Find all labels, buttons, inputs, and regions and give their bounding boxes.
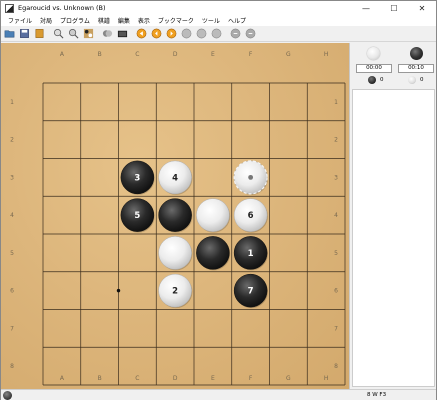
row-label: 2 — [334, 137, 338, 144]
side-panel: 00:00 00:10 0 0 — [349, 43, 436, 389]
row-label: 6 — [10, 288, 14, 295]
game-board[interactable]: A A B B C C D D E E F F G G H H 1 1 2 2 3 3 4 4 5 5 6 6 7 7 8 8 3 4 5 6 1 2 7 — [1, 43, 349, 389]
menu-edit[interactable]: 編集 — [114, 16, 134, 25]
menu-bookmark[interactable]: ブックマーク — [154, 16, 198, 25]
row-label: 3 — [334, 174, 338, 181]
zoom-out-icon[interactable] — [67, 27, 80, 40]
white-player-disc — [367, 47, 380, 60]
prev-move-icon[interactable] — [150, 27, 163, 40]
column-label: F — [249, 375, 253, 382]
zoom-in-icon[interactable] — [52, 27, 65, 40]
move-number: 6 — [248, 211, 254, 221]
row-label: 7 — [10, 325, 14, 332]
row-label: 8 — [10, 363, 14, 370]
black-count-disc — [368, 76, 376, 84]
move-number: 2 — [172, 287, 178, 297]
black-time: 00:00 — [356, 64, 392, 73]
toolbar — [1, 26, 436, 42]
black-stone — [158, 198, 192, 232]
board-dot — [116, 288, 121, 293]
board-icon[interactable] — [82, 27, 95, 40]
menu-program[interactable]: プログラム — [56, 16, 94, 25]
menu-record[interactable]: 棋譜 — [94, 16, 114, 25]
white-count: 0 — [420, 77, 424, 83]
white-stone — [158, 236, 192, 270]
column-label: B — [98, 375, 102, 382]
column-label: B — [98, 51, 102, 58]
row-label: 5 — [334, 250, 338, 257]
status-text: 8 W F3 — [367, 392, 387, 398]
undo-icon[interactable] — [210, 27, 223, 40]
white-count-disc — [408, 76, 416, 84]
column-label: D — [173, 375, 178, 382]
column-label: C — [135, 375, 139, 382]
app-window: Egaroucid vs. Unknown (B) — ☐ ✕ ファイル 対局 … — [0, 0, 437, 400]
save-icon[interactable] — [18, 27, 31, 40]
move-number: 7 — [248, 287, 254, 297]
column-label: D — [173, 51, 178, 58]
move-number: 1 — [248, 249, 254, 259]
column-label: H — [324, 375, 329, 382]
first-move-icon[interactable] — [135, 27, 148, 40]
menu-bar: ファイル 対局 プログラム 棋譜 編集 表示 ブックマーク ツール ヘルプ — [1, 15, 436, 26]
column-label: G — [286, 51, 291, 58]
row-label: 3 — [10, 174, 14, 181]
menu-game[interactable]: 対局 — [36, 16, 56, 25]
maximize-button[interactable]: ☐ — [380, 1, 408, 15]
title-bar[interactable]: Egaroucid vs. Unknown (B) — ☐ ✕ — [1, 1, 436, 15]
row-label: 2 — [10, 137, 14, 144]
next-move-icon[interactable] — [165, 27, 178, 40]
window-title: Egaroucid vs. Unknown (B) — [18, 4, 106, 12]
black-count: 0 — [380, 77, 384, 83]
column-label: E — [211, 375, 215, 382]
status-bar: 8 W F3 — [1, 389, 436, 400]
column-label: G — [286, 375, 291, 382]
column-label: A — [60, 375, 65, 382]
row-label: 5 — [10, 250, 14, 257]
status-stone-icon — [3, 391, 12, 400]
stop-icon[interactable] — [195, 27, 208, 40]
column-label: F — [249, 51, 253, 58]
column-label: H — [324, 51, 329, 58]
row-label: 1 — [10, 99, 14, 106]
move-number: 3 — [134, 173, 140, 183]
column-label: C — [135, 51, 139, 58]
column-label: A — [60, 51, 65, 58]
menu-help[interactable]: ヘルプ — [224, 16, 250, 25]
book-icon[interactable] — [33, 27, 46, 40]
move-number: 5 — [134, 211, 140, 221]
app-icon — [5, 3, 14, 13]
hint-icon[interactable] — [244, 27, 257, 40]
row-label: 6 — [334, 288, 338, 295]
film-icon[interactable] — [116, 27, 129, 40]
black-player-disc — [410, 47, 423, 60]
row-label: 8 — [334, 363, 338, 370]
row-label: 4 — [10, 212, 14, 219]
row-label: 1 — [334, 99, 338, 106]
column-label: E — [211, 51, 215, 58]
window-controls: — ☐ ✕ — [352, 1, 436, 15]
player-info: 00:00 00:10 0 0 — [354, 44, 436, 88]
minimize-button[interactable]: — — [352, 1, 380, 15]
white-time: 00:10 — [398, 64, 434, 73]
redo-icon[interactable] — [229, 27, 242, 40]
menu-view[interactable]: 表示 — [134, 16, 154, 25]
open-icon[interactable] — [3, 27, 16, 40]
white-stone — [196, 198, 230, 232]
menu-tools[interactable]: ツール — [198, 16, 224, 25]
menu-file[interactable]: ファイル — [4, 16, 36, 25]
play-icon[interactable] — [180, 27, 193, 40]
move-list[interactable] — [352, 89, 435, 387]
close-button[interactable]: ✕ — [408, 1, 436, 15]
row-label: 4 — [334, 212, 338, 219]
stones-icon[interactable] — [101, 27, 114, 40]
row-label: 7 — [334, 325, 338, 332]
move-number: 4 — [172, 173, 178, 183]
black-stone — [196, 236, 230, 270]
board-canvas[interactable]: A A B B C C D D E E F F G G H H 1 1 2 2 3 3 4 4 5 5 6 6 7 7 8 8 3 4 5 6 1 2 7 — [1, 43, 349, 389]
last-move-dot — [248, 174, 254, 180]
